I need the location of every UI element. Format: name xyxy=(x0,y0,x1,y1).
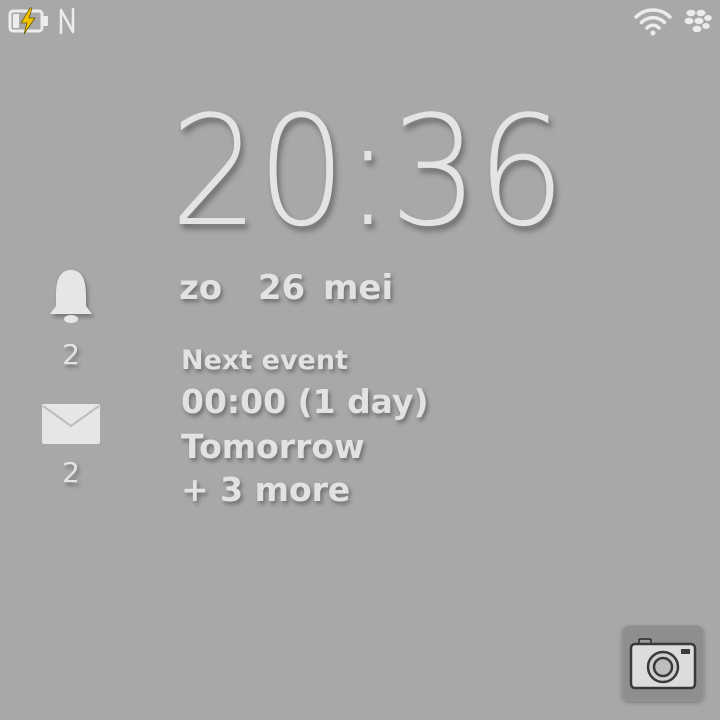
next-event-more: + 3 more xyxy=(181,470,351,509)
status-bar-left xyxy=(8,6,76,36)
bell-icon xyxy=(31,266,111,328)
status-bar-right xyxy=(634,6,712,36)
mail-icon xyxy=(31,402,111,446)
wifi-icon xyxy=(634,6,672,36)
camera-button[interactable] xyxy=(622,625,704,701)
blackberry-logo-icon xyxy=(684,7,712,35)
reminder-count: 2 xyxy=(62,338,80,371)
status-bar xyxy=(0,0,720,44)
next-event-title: Next event xyxy=(181,345,348,376)
lock-screen-clock: 20:36 xyxy=(170,83,566,260)
next-event-day: Tomorrow xyxy=(181,427,365,466)
nfc-icon xyxy=(58,6,76,36)
mail-notification[interactable]: 2 xyxy=(31,402,111,489)
next-event-widget[interactable]: Next event 00:00 (1 day) Tomorrow + 3 mo… xyxy=(181,343,429,511)
reminder-notification[interactable]: 2 xyxy=(31,266,111,371)
lock-screen-date: zo 26 mei xyxy=(179,268,394,308)
camera-icon xyxy=(629,636,697,690)
next-event-time: 00:00 (1 day) xyxy=(181,382,429,421)
battery-charging-icon xyxy=(8,6,50,36)
mail-count: 2 xyxy=(62,456,80,489)
